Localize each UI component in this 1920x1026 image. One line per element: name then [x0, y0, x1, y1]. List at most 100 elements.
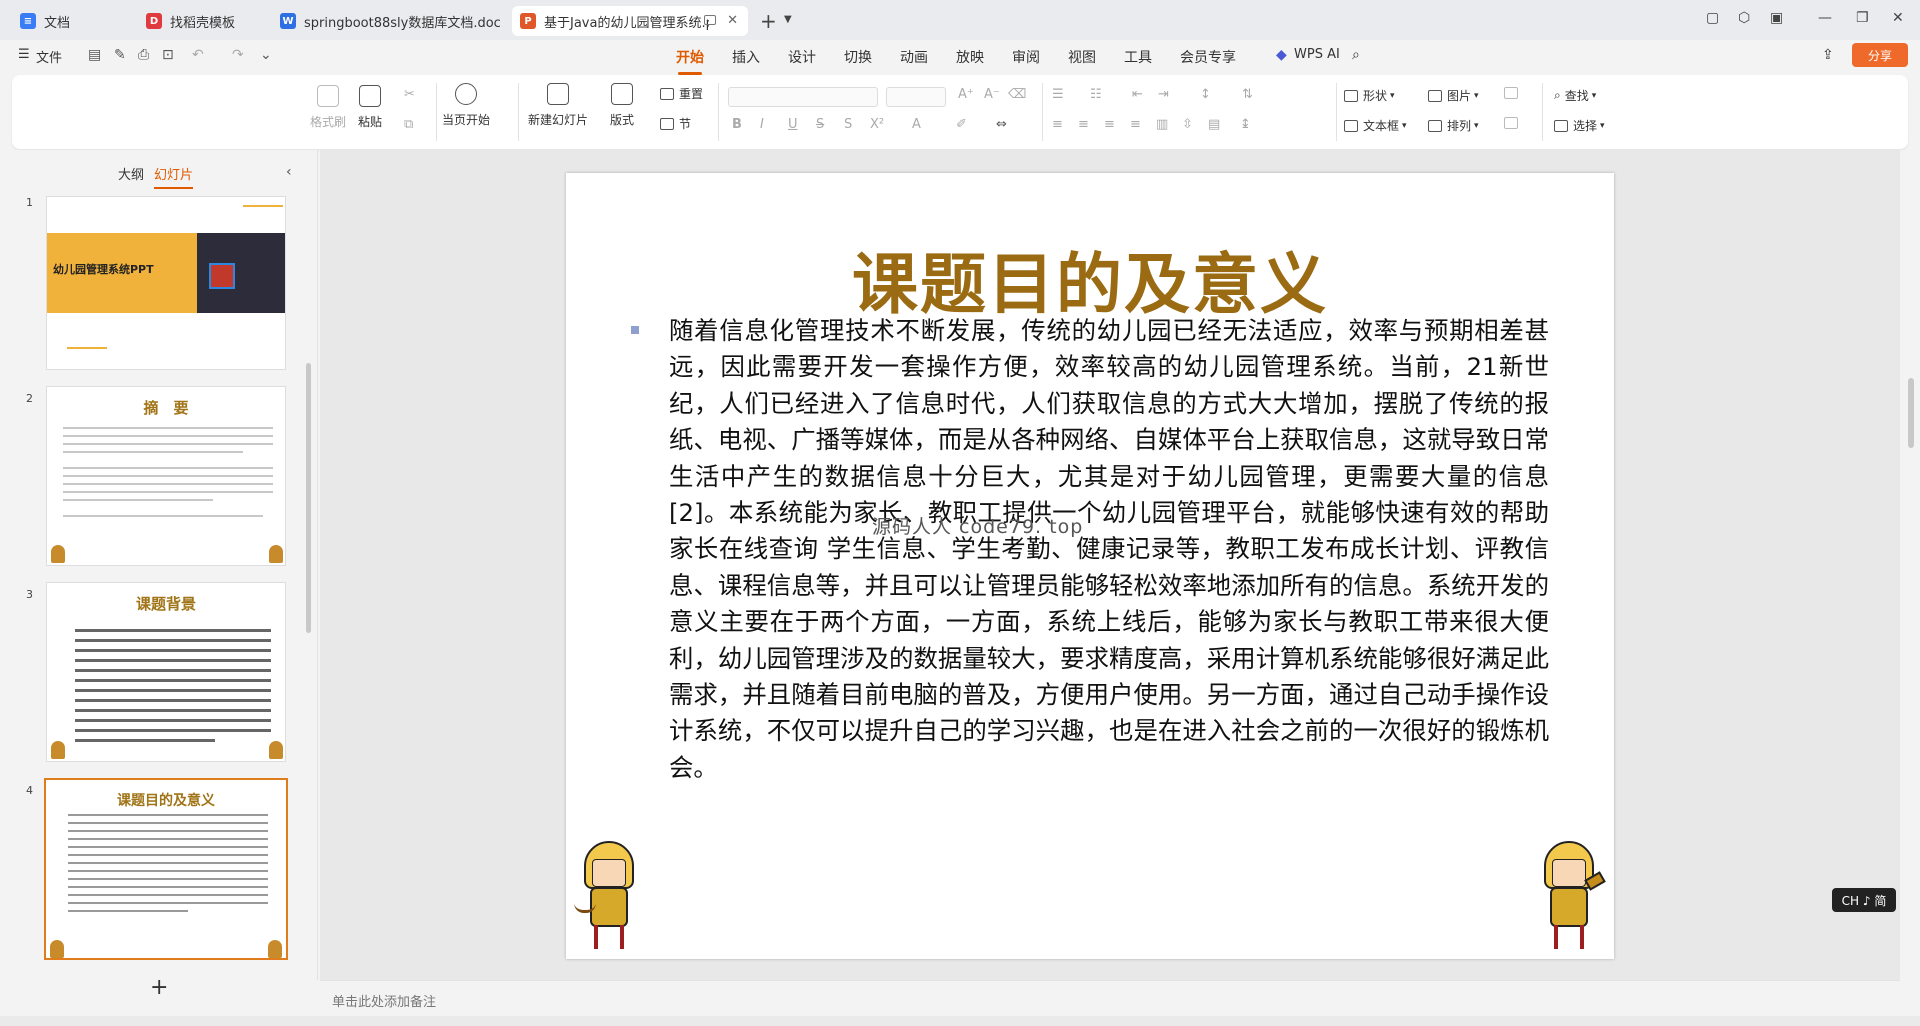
- strikethrough-icon[interactable]: S: [816, 117, 824, 132]
- justify-icon[interactable]: ≡: [1130, 117, 1141, 132]
- slide-thumbnail-2[interactable]: 摘 要: [46, 386, 286, 566]
- cut-icon[interactable]: ✂: [404, 87, 415, 102]
- chevron-down-icon[interactable]: ▼: [784, 14, 792, 25]
- line-spacing-icon[interactable]: ↕: [1200, 87, 1211, 102]
- tab-insert[interactable]: 插入: [732, 47, 760, 67]
- tab-slideshow[interactable]: 放映: [956, 47, 984, 67]
- monitor-icon[interactable]: [704, 15, 716, 25]
- textbox-button[interactable]: 文本框 ▾: [1344, 117, 1407, 134]
- play-from-current-button[interactable]: 当页开始: [442, 83, 490, 128]
- new-tab-icon[interactable]: +: [760, 9, 777, 33]
- underline-icon[interactable]: U: [788, 117, 798, 132]
- tab-docs[interactable]: ≡ 文档: [12, 6, 128, 36]
- print-icon[interactable]: ⎙: [138, 47, 149, 63]
- align-right-icon[interactable]: ≡: [1104, 117, 1115, 132]
- ime-label: CH ♪ 简: [1841, 893, 1887, 908]
- print-preview-icon[interactable]: ⊡: [162, 47, 174, 63]
- italic-icon[interactable]: I: [760, 117, 764, 132]
- shape-button[interactable]: 形状 ▾: [1344, 87, 1395, 104]
- tab-design[interactable]: 设计: [788, 47, 816, 67]
- tab-docer-templates[interactable]: D 找稻壳模板: [138, 6, 262, 36]
- tab-ppt-document[interactable]: P 基于Java的幼儿园管理系统.p ✕: [512, 6, 748, 36]
- search-icon[interactable]: ⌕: [1352, 47, 1360, 63]
- notes-placeholder: 单击此处添加备注: [332, 995, 437, 1010]
- paragraph-spacing-icon[interactable]: ↨: [1240, 117, 1251, 132]
- tab-view[interactable]: 视图: [1068, 47, 1096, 67]
- font-size-select[interactable]: [886, 87, 946, 107]
- thumbnail-scrollbar[interactable]: [306, 363, 311, 633]
- outline-button[interactable]: [1504, 117, 1523, 129]
- font-family-select[interactable]: [728, 87, 878, 107]
- restore-icon[interactable]: ❐: [1856, 10, 1869, 26]
- bullets-icon[interactable]: ☰: [1052, 87, 1064, 102]
- wps-ai-icon[interactable]: ◆: [1276, 47, 1287, 63]
- find-button[interactable]: ⌕ 查找 ▾: [1554, 87, 1596, 104]
- slide-thumbnail-3[interactable]: 课题背景: [46, 582, 286, 762]
- menu-icon[interactable]: ☰: [18, 47, 30, 62]
- close-window-icon[interactable]: ✕: [1892, 10, 1904, 26]
- fill-button[interactable]: [1504, 87, 1523, 99]
- file-menu[interactable]: 文件: [36, 47, 62, 66]
- tab-transitions[interactable]: 切换: [844, 47, 872, 67]
- input-method-indicator[interactable]: CH ♪ 简: [1832, 888, 1896, 912]
- format-painter-button[interactable]: 格式刷: [310, 85, 346, 130]
- reset-button[interactable]: 重置: [660, 85, 703, 102]
- picture-button[interactable]: 图片 ▾: [1428, 87, 1479, 104]
- undo-icon[interactable]: ↶: [192, 47, 204, 63]
- new-slide-button[interactable]: 新建幻灯片: [528, 83, 588, 128]
- columns-icon[interactable]: ▤: [1208, 117, 1220, 132]
- close-tab-icon[interactable]: ✕: [727, 13, 738, 28]
- vertical-align-icon[interactable]: ⇳: [1182, 117, 1193, 132]
- font-color-icon[interactable]: A: [912, 117, 921, 132]
- notes-pane[interactable]: 单击此处添加备注: [320, 980, 1900, 1016]
- tab-tools[interactable]: 工具: [1124, 47, 1152, 67]
- current-slide[interactable]: 课题目的及意义 随着信息化管理技术不断发展，传统的幼儿园已经无法适应，效率与预期…: [566, 173, 1614, 959]
- clear-format-icon[interactable]: ⌫: [1008, 87, 1026, 102]
- decrease-indent-icon[interactable]: ⇤: [1132, 87, 1143, 102]
- grow-font-icon[interactable]: A⁺: [958, 87, 974, 102]
- slide-thumbnail-4[interactable]: 课题目的及意义: [44, 778, 288, 960]
- share-button[interactable]: 分享: [1852, 43, 1908, 67]
- shrink-font-icon[interactable]: A⁻: [984, 87, 1000, 102]
- bold-icon[interactable]: B: [732, 117, 742, 132]
- layout-icon[interactable]: ▢: [1706, 10, 1719, 26]
- slide-body-text[interactable]: 随着信息化管理技术不断发展，传统的幼儿园已经无法适应，效率与预期相差甚远，因此需…: [669, 313, 1549, 786]
- chevron-down-icon[interactable]: ⌄: [260, 47, 272, 63]
- canvas-scrollbar[interactable]: [1908, 378, 1914, 448]
- superscript-icon[interactable]: X²: [870, 117, 884, 132]
- tab-animations[interactable]: 动画: [900, 47, 928, 67]
- tab-member[interactable]: 会员专享: [1180, 47, 1236, 67]
- layout-button[interactable]: 版式: [610, 83, 634, 128]
- shadow-icon[interactable]: S: [844, 117, 852, 132]
- numbering-icon[interactable]: ☷: [1090, 87, 1102, 102]
- cloud-upload-icon[interactable]: ⇪: [1822, 47, 1834, 63]
- align-center-icon[interactable]: ≡: [1078, 117, 1089, 132]
- section-button[interactable]: 节: [660, 115, 691, 132]
- add-slide-button[interactable]: +: [150, 975, 168, 1000]
- increase-indent-icon[interactable]: ⇥: [1158, 87, 1169, 102]
- arrange-button[interactable]: 排列 ▾: [1428, 117, 1479, 134]
- section-icon: [660, 117, 674, 130]
- highlight-icon[interactable]: ✐: [956, 117, 967, 132]
- wps-ai-button[interactable]: WPS AI: [1294, 47, 1340, 62]
- select-button[interactable]: 选择 ▾: [1554, 117, 1605, 134]
- collapse-panel-icon[interactable]: ‹: [286, 164, 292, 180]
- tab-outline[interactable]: 大纲: [118, 164, 144, 183]
- avatar[interactable]: ▣: [1770, 10, 1783, 26]
- paste-button[interactable]: 粘贴: [358, 85, 382, 130]
- align-left-icon[interactable]: ≡: [1052, 117, 1063, 132]
- slide-thumbnail-1[interactable]: 幼儿园管理系统PPT: [46, 196, 286, 370]
- cube-icon[interactable]: ⬡: [1738, 10, 1750, 26]
- save-icon[interactable]: ▤: [88, 47, 101, 63]
- copy-icon[interactable]: ⧉: [404, 117, 413, 132]
- pin-icon[interactable]: ✎: [114, 47, 126, 63]
- distribute-icon[interactable]: ▥: [1156, 117, 1168, 132]
- tab-word-document[interactable]: W springboot88sly数据库文档.doc: [272, 6, 506, 36]
- tab-slides[interactable]: 幻灯片: [154, 164, 194, 189]
- text-direction-icon[interactable]: ⇅: [1242, 87, 1253, 102]
- redo-icon[interactable]: ↷: [232, 47, 244, 63]
- char-spacing-icon[interactable]: ⇔: [996, 117, 1007, 132]
- tab-home[interactable]: 开始: [676, 47, 704, 75]
- tab-review[interactable]: 审阅: [1012, 47, 1040, 67]
- minimize-icon[interactable]: —: [1818, 10, 1832, 26]
